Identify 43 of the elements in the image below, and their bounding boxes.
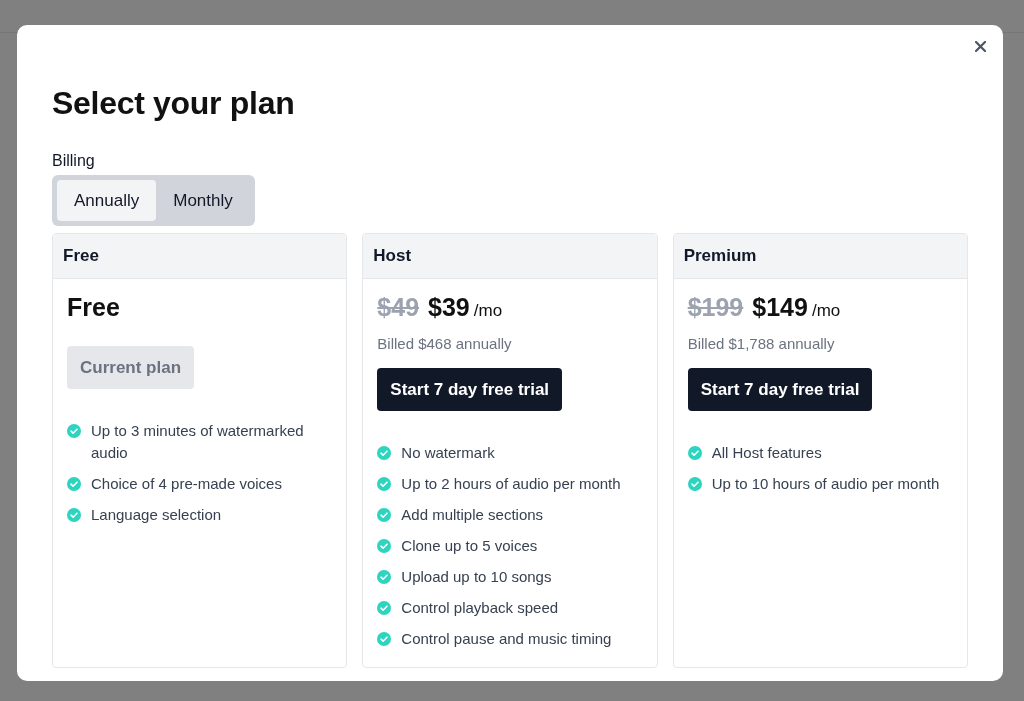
- feature-text: Up to 2 hours of audio per month: [401, 474, 621, 494]
- feature-text: Choice of 4 pre-made voices: [91, 474, 282, 494]
- check-circle-icon: [67, 424, 81, 438]
- feature-text: Up to 10 hours of audio per month: [711, 474, 940, 494]
- billing-option-tab[interactable]: Monthly: [156, 180, 250, 221]
- check-circle-icon: [377, 508, 392, 522]
- check-circle-icon: [377, 570, 392, 584]
- original-price: $49: [377, 292, 420, 323]
- check-circle-icon: [377, 477, 392, 491]
- feature-text: Add multiple sections: [401, 505, 544, 525]
- check-circle-icon: [687, 477, 702, 491]
- check-circle-icon: [687, 446, 702, 460]
- original-price: $199: [687, 292, 744, 323]
- trial-button[interactable]: Start 7 day free trial: [687, 368, 873, 411]
- check-circle-icon: [377, 539, 392, 553]
- feature-text: No watermark: [401, 443, 495, 463]
- check-circle-icon: [67, 477, 81, 491]
- feature-text: Language selection: [91, 505, 222, 525]
- plan-name-header: Host: [363, 234, 657, 279]
- close-icon[interactable]: [975, 41, 986, 52]
- feature-text: Upload up to 10 songs: [401, 567, 552, 587]
- dialog-title: Select your plan: [52, 84, 295, 123]
- trial-button[interactable]: Start 7 day free trial: [377, 368, 563, 411]
- feature-text: Up to 3 minutes of watermarked audio: [91, 421, 305, 463]
- plan-name-header: Free: [53, 234, 347, 279]
- plan-name-header: Premium: [673, 234, 967, 279]
- feature-text: All Host features: [711, 443, 822, 463]
- feature-text: Clone up to 5 voices: [401, 536, 538, 556]
- price-period: /mo: [811, 300, 841, 322]
- feature-text: Control pause and music timing: [401, 629, 612, 649]
- check-circle-icon: [67, 508, 81, 522]
- plan-price: $39: [428, 292, 470, 323]
- plan-price: $149: [752, 292, 808, 323]
- billing-option-tab[interactable]: Annually: [57, 180, 157, 221]
- check-circle-icon: [377, 601, 392, 615]
- plan-price: Free: [67, 292, 120, 323]
- check-circle-icon: [377, 446, 392, 460]
- check-circle-icon: [377, 632, 392, 646]
- billing-label: Billing: [52, 151, 95, 171]
- billing-note: Billed $468 annually: [377, 334, 512, 354]
- feature-text: Control playback speed: [401, 598, 559, 618]
- price-period: /mo: [473, 300, 503, 322]
- billing-note: Billed $1,788 annually: [687, 334, 835, 354]
